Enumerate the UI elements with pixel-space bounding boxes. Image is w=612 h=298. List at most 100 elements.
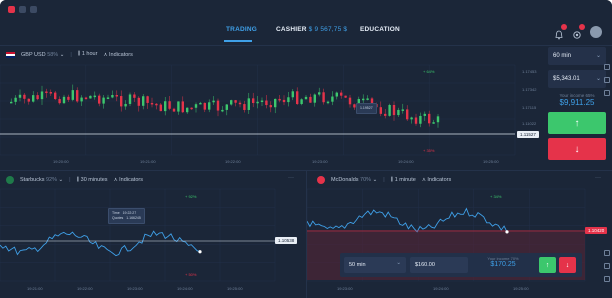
candle — [14, 97, 17, 102]
settings-badge — [579, 24, 585, 30]
income-value: $9,911.25 — [559, 98, 595, 107]
mcdonalds-line-chart[interactable] — [307, 171, 612, 298]
main-x-tick: 19:20:00 — [53, 159, 69, 164]
starbucks-line-chart[interactable] — [0, 171, 306, 298]
starbucks-current-dot — [198, 250, 202, 254]
main-marker-down: + 35% — [423, 148, 435, 153]
candle — [203, 102, 206, 110]
trade-down-button[interactable]: ↓ — [548, 138, 606, 160]
notification-bell-icon[interactable] — [554, 24, 567, 40]
nav-cashier[interactable]: CASHIER $ 9 567,75 $ — [276, 26, 347, 33]
close-window-icon[interactable] — [8, 6, 15, 13]
mcdonalds-amount-input[interactable]: $160.00 — [410, 257, 468, 273]
minimize-window-icon[interactable] — [19, 6, 26, 13]
mcdonalds-income-value: $170.25 — [490, 261, 516, 268]
nav-education[interactable]: EDUCATION — [360, 26, 400, 33]
candle — [155, 103, 158, 106]
main-marker-up: + 64% — [423, 69, 435, 74]
candle — [40, 91, 44, 100]
tooltip-time-value: 19:22:27 — [122, 211, 137, 215]
candle — [27, 98, 30, 102]
starbucks-marker-up: + 92% — [185, 194, 197, 199]
crosshair-icon[interactable] — [604, 276, 610, 282]
candle — [49, 92, 52, 94]
cashier-balance: $ 9 567,75 $ — [308, 26, 348, 33]
mcdonalds-current-dot — [505, 230, 509, 234]
zoom-out-icon[interactable] — [604, 77, 610, 83]
candle — [348, 97, 352, 105]
nav-trading[interactable]: TRADING — [226, 26, 257, 33]
amount-input[interactable]: $5,343.01 ⌄ — [548, 70, 606, 88]
candle — [366, 98, 369, 100]
settings-gear-icon[interactable] — [572, 24, 585, 39]
chevron-down-icon: ⌄ — [396, 260, 401, 266]
candle — [309, 96, 312, 103]
candle — [230, 100, 233, 105]
zoom-in-icon[interactable] — [604, 64, 610, 70]
main-y-tick: 1.17342 — [522, 87, 537, 92]
zoom-in-icon[interactable] — [604, 250, 610, 256]
starbucks-chart-panel: Starbucks 92% ⌄ | ⫼ 30 minutes ⋏ Indicat… — [0, 171, 306, 298]
candle — [212, 100, 215, 103]
zoom-out-icon[interactable] — [604, 263, 610, 269]
trade-up-button[interactable]: ↑ — [548, 112, 606, 134]
candle — [137, 97, 140, 106]
candle — [256, 101, 259, 104]
candle — [344, 95, 347, 98]
starbucks-price-tag: 1.10538 — [275, 237, 298, 244]
candle — [388, 104, 391, 116]
candle — [115, 94, 118, 97]
candle — [128, 94, 132, 104]
main-x-tick: 19:23:00 — [312, 159, 328, 164]
maximize-window-icon[interactable] — [30, 6, 37, 13]
window-controls — [8, 6, 37, 13]
user-avatar[interactable] — [590, 26, 602, 38]
candle — [234, 100, 237, 103]
candle — [120, 96, 123, 107]
candle — [428, 113, 431, 124]
candlestick-chart[interactable] — [0, 47, 540, 170]
candle — [146, 96, 149, 103]
mcdonalds-up-button[interactable]: ↑ — [539, 257, 556, 273]
main-chart-tooltip: 1.19527 — [356, 103, 377, 114]
candle — [194, 104, 198, 108]
candle — [265, 100, 268, 106]
tooltip-quotes-label: Quotes — [112, 216, 124, 220]
crosshair-icon[interactable] — [604, 90, 610, 96]
candle — [71, 90, 74, 100]
mcdonalds-marker-up: + 34% — [490, 194, 502, 199]
main-price-tag: 1.11527 — [517, 131, 539, 138]
candle — [199, 102, 202, 105]
candle — [287, 97, 290, 103]
candle — [291, 91, 294, 98]
candle — [186, 107, 189, 113]
duration-select[interactable]: 60 min ⌄ — [548, 47, 606, 65]
candle — [32, 95, 35, 102]
candle — [150, 102, 154, 105]
mcdonalds-price-tag: 1.10420 — [585, 227, 608, 234]
candle — [133, 94, 136, 98]
top-icons — [554, 24, 602, 40]
starbucks-x-tick: 19:24:00 — [177, 286, 193, 291]
main-chart-side-tools — [604, 64, 610, 96]
starbucks-x-tick: 19:23:00 — [127, 286, 143, 291]
mcdonalds-side-tools — [604, 250, 610, 282]
amount-value: $5,343.01 — [553, 76, 580, 82]
candle — [98, 95, 101, 104]
candle — [362, 98, 365, 101]
mcdonalds-down-button[interactable]: ↓ — [559, 257, 576, 273]
main-nav: TRADING CASHIER $ 9 567,75 $ EDUCATION — [0, 26, 612, 40]
candle — [304, 96, 308, 100]
main-y-tick: 1.11022 — [522, 121, 537, 126]
candle — [89, 95, 92, 99]
chevron-down-icon: ⌄ — [595, 76, 601, 82]
candle — [260, 100, 264, 103]
mcdonalds-duration-select[interactable]: 50 min ⌄ — [344, 257, 406, 273]
duration-value: 60 min — [553, 53, 572, 59]
mcdonalds-amount: $160.00 — [415, 262, 435, 268]
candle — [62, 96, 66, 104]
candle — [406, 109, 409, 120]
candle — [274, 98, 277, 108]
arrow-down-icon: ↓ — [565, 261, 570, 269]
candle — [432, 122, 435, 124]
